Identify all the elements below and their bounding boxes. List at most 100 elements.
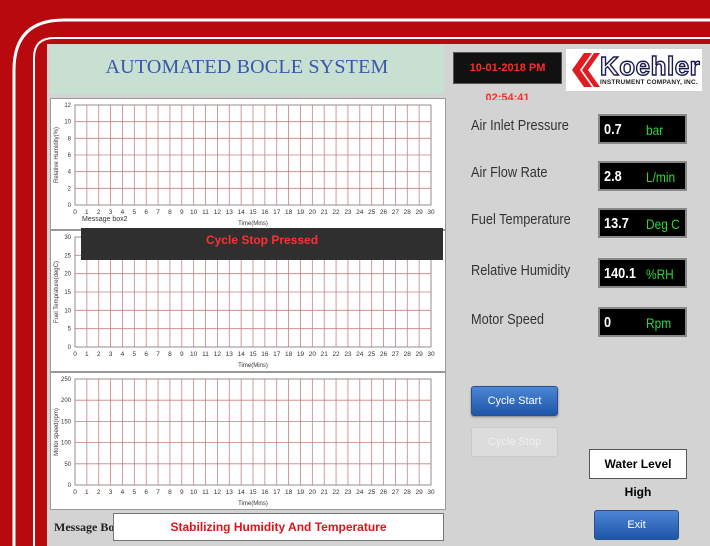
x-tick-label: 5: [133, 351, 137, 358]
x-tick-label: 30: [427, 209, 435, 216]
x-tick-label: 6: [144, 209, 148, 216]
y-tick-label: 250: [61, 377, 72, 383]
x-tick-label: 26: [380, 489, 388, 496]
fuel-temperature-label: Fuel Temperature: [471, 211, 571, 228]
fuel-temperature-unit: Deg C: [646, 216, 680, 232]
x-axis-label: Time(Mins): [238, 221, 268, 227]
x-tick-label: 10: [190, 351, 198, 358]
x-tick-label: 8: [168, 351, 172, 358]
relative-humidity-unit: %RH: [646, 266, 674, 282]
fuel-temperature-display: 13.7 Deg C: [598, 208, 687, 238]
x-tick-label: 18: [285, 351, 293, 358]
x-tick-label: 13: [226, 351, 234, 358]
y-tick-label: 100: [61, 441, 72, 447]
y-tick-label: 2: [68, 186, 72, 192]
x-tick-label: 27: [392, 351, 400, 358]
x-tick-label: 11: [202, 489, 209, 496]
cycle-stop-button[interactable]: Cycle Stop: [471, 427, 558, 457]
x-tick-label: 7: [156, 489, 160, 496]
x-tick-label: 27: [392, 489, 400, 496]
message-box2-label: Message box2: [82, 216, 128, 223]
y-axis-label: Relative Humidity(%): [54, 127, 60, 183]
x-tick-label: 17: [273, 489, 281, 496]
air-inlet-pressure-value: 0.7: [604, 121, 622, 138]
x-tick-label: 15: [249, 209, 257, 216]
air-flow-rate-unit: L/min: [646, 169, 676, 185]
cycle-stop-banner: Cycle Stop Pressed: [81, 228, 443, 260]
x-tick-label: 23: [344, 489, 352, 496]
x-tick-label: 26: [380, 209, 388, 216]
x-tick-label: 1: [85, 489, 89, 496]
motor-speed-display: 0 Rpm: [598, 307, 687, 337]
y-tick-label: 6: [68, 153, 72, 159]
x-tick-label: 9: [180, 351, 184, 358]
x-tick-label: 25: [368, 209, 376, 216]
x-tick-label: 23: [344, 209, 352, 216]
x-tick-label: 23: [344, 351, 352, 358]
x-tick-label: 9: [180, 489, 184, 496]
air-flow-rate-label: Air Flow Rate: [471, 164, 548, 181]
x-tick-label: 20: [309, 209, 317, 216]
x-tick-label: 15: [249, 489, 257, 496]
x-tick-label: 13: [226, 209, 234, 216]
x-tick-label: 20: [309, 489, 317, 496]
x-tick-label: 30: [427, 489, 435, 496]
cycle-start-button[interactable]: Cycle Start: [471, 386, 558, 416]
koehler-logo: Koehler INSTRUMENT COMPANY, INC.: [566, 49, 702, 91]
x-tick-label: 11: [202, 351, 209, 358]
x-tick-label: 18: [285, 209, 293, 216]
exit-button[interactable]: Exit: [594, 510, 679, 540]
y-tick-label: 25: [64, 253, 71, 259]
x-tick-label: 3: [109, 489, 113, 496]
x-tick-label: 28: [404, 351, 412, 358]
x-tick-label: 10: [190, 209, 198, 216]
datetime-display: 10-01-2018 PM 02:54:41: [453, 52, 562, 104]
y-tick-label: 0: [68, 483, 72, 489]
air-inlet-pressure-display: 0.7 bar: [598, 114, 687, 144]
humidity-chart: 0 1 2 3 4 5 6 7 8 9 10 11 12 13 14 15 16 17 18 19 20 21 22 23 24…: [50, 98, 446, 230]
x-tick-label: 18: [285, 489, 293, 496]
x-tick-label: 16: [261, 489, 269, 496]
x-tick-label: 28: [404, 489, 412, 496]
y-tick-label: 50: [64, 462, 71, 468]
x-axis-label: Time(Mins): [238, 501, 268, 507]
title-bar: AUTOMATED BOCLE SYSTEM: [50, 46, 444, 94]
y-axis-label: Fuel Temprature(degC): [54, 261, 60, 323]
x-tick-label: 0: [73, 351, 77, 358]
logo-word: Koehler: [599, 50, 701, 81]
x-tick-label: 14: [238, 351, 246, 358]
message-box-label: Message Box: [54, 520, 121, 534]
x-tick-label: 22: [332, 351, 340, 358]
page-title: AUTOMATED BOCLE SYSTEM: [105, 56, 389, 78]
x-tick-label: 16: [261, 351, 269, 358]
x-tick-label: 22: [332, 489, 340, 496]
x-tick-label: 29: [416, 209, 424, 216]
x-tick-label: 17: [273, 209, 281, 216]
x-tick-label: 28: [404, 209, 412, 216]
x-tick-label: 30: [427, 351, 435, 358]
y-tick-label: 10: [64, 120, 71, 126]
x-tick-label: 4: [121, 351, 125, 358]
logo-subtitle: INSTRUMENT COMPANY, INC.: [600, 79, 698, 86]
message-box-text: Stabilizing Humidity And Temperature: [113, 513, 444, 541]
x-tick-label: 2: [97, 209, 101, 216]
x-tick-label: 3: [109, 209, 113, 216]
x-tick-label: 25: [368, 351, 376, 358]
air-inlet-pressure-label: Air Inlet Pressure: [471, 117, 569, 134]
x-axis-label: Time(Mins): [238, 363, 268, 369]
x-tick-label: 16: [261, 209, 269, 216]
x-tick-label: 15: [249, 351, 257, 358]
x-tick-label: 9: [180, 209, 184, 216]
x-tick-label: 0: [73, 209, 77, 216]
x-tick-label: 13: [226, 489, 234, 496]
motor-speed-value: 0: [604, 314, 612, 331]
x-tick-label: 22: [332, 209, 340, 216]
y-tick-label: 15: [64, 290, 71, 296]
x-tick-label: 6: [144, 489, 148, 496]
x-tick-label: 3: [109, 351, 113, 358]
x-tick-label: 1: [85, 209, 89, 216]
x-tick-label: 12: [214, 351, 222, 358]
x-tick-label: 14: [238, 489, 246, 496]
y-tick-label: 8: [68, 136, 72, 142]
relative-humidity-display: 140.1 %RH: [598, 258, 687, 288]
